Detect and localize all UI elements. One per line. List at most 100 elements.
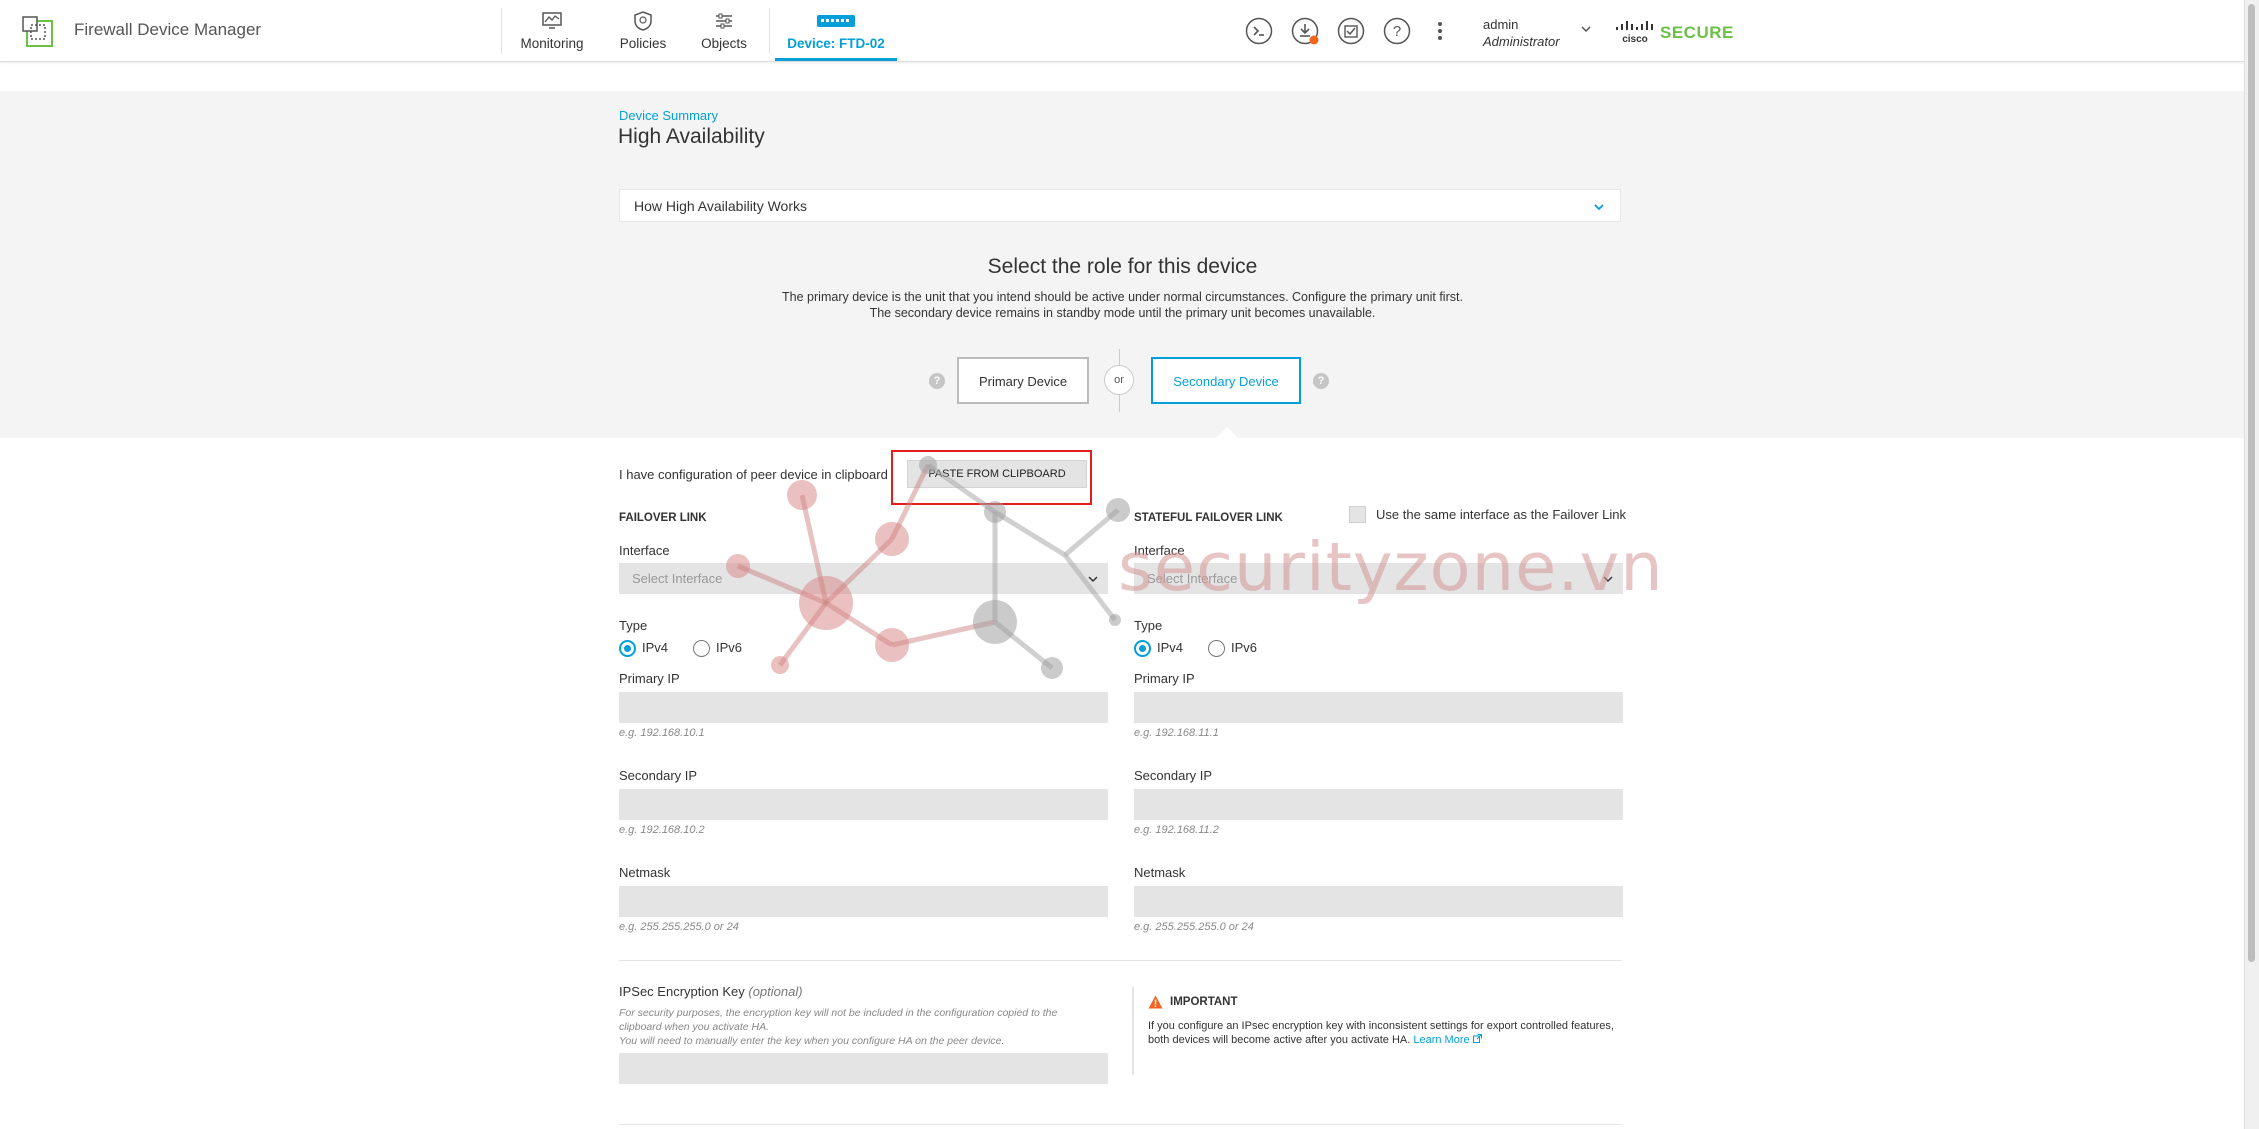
scrollbar-thumb[interactable] bbox=[2248, 4, 2255, 962]
nav-policies-label: Policies bbox=[619, 36, 667, 51]
ipsec-desc-line2: clipboard when you activate HA. bbox=[619, 1021, 769, 1033]
stateful-failover-heading: STATEFUL FAILOVER LINK bbox=[1134, 512, 1283, 524]
ipsec-desc-line3: You will need to manually enter the key … bbox=[619, 1035, 1005, 1047]
learn-more-label: Learn More bbox=[1413, 1034, 1470, 1046]
page-scrollbar[interactable] bbox=[2244, 0, 2259, 1129]
tasks-icon[interactable] bbox=[1337, 17, 1365, 45]
failover-secondary-ip-input[interactable] bbox=[619, 789, 1108, 820]
stateful-primary-ip-label: Primary IP bbox=[1134, 671, 1195, 686]
breadcrumb-device-summary[interactable]: Device Summary bbox=[619, 108, 718, 123]
cisco-secure-logo: cisco SECURE bbox=[1615, 19, 1733, 50]
nav-divider bbox=[769, 8, 770, 54]
more-options-icon[interactable] bbox=[1430, 17, 1450, 45]
same-interface-checkbox[interactable] bbox=[1349, 506, 1366, 523]
selection-pointer bbox=[1216, 427, 1238, 438]
nav-monitoring[interactable]: Monitoring bbox=[518, 10, 586, 60]
failover-type-label: Type bbox=[619, 618, 648, 633]
role-desc-line2: The secondary device remains in standby … bbox=[869, 306, 1376, 320]
stateful-primary-ip-input[interactable] bbox=[1134, 692, 1623, 723]
learn-more-link[interactable]: Learn More bbox=[1413, 1034, 1482, 1046]
or-separator: or bbox=[1104, 365, 1134, 395]
failover-ipv6-label: IPv6 bbox=[716, 640, 743, 655]
chevron-down-icon bbox=[1594, 204, 1604, 211]
stateful-netmask-hint: e.g. 255.255.255.0 or 24 bbox=[1134, 921, 1254, 933]
ipsec-key-label-text: IPSec Encryption Key bbox=[619, 984, 745, 999]
page-title: High Availability bbox=[618, 125, 765, 148]
important-body: If you configure an IPsec encryption key… bbox=[1148, 1020, 1614, 1046]
how-ha-works-accordion[interactable]: How High Availability Works bbox=[619, 189, 1621, 222]
secondary-device-button[interactable]: Secondary Device bbox=[1151, 357, 1301, 404]
device-icon bbox=[817, 15, 855, 27]
stateful-ipv6-label: IPv6 bbox=[1231, 640, 1258, 655]
failover-ipv4-radio[interactable] bbox=[619, 640, 636, 657]
role-desc-line1: The primary device is the unit that you … bbox=[782, 290, 1463, 304]
stateful-ipv4-label: IPv4 bbox=[1157, 640, 1184, 655]
stateful-type-label: Type bbox=[1134, 618, 1163, 633]
failover-netmask-label: Netmask bbox=[619, 865, 671, 880]
failover-interface-select[interactable]: Select Interface bbox=[619, 563, 1108, 594]
stateful-secondary-ip-input[interactable] bbox=[1134, 789, 1623, 820]
external-link-icon bbox=[1472, 1034, 1482, 1043]
important-text: If you configure an IPsec encryption key… bbox=[1148, 1019, 1618, 1047]
ipsec-desc-line1: For security purposes, the encryption ke… bbox=[619, 1007, 1058, 1019]
stateful-netmask-input[interactable] bbox=[1134, 886, 1623, 917]
user-role: Administrator bbox=[1483, 34, 1560, 49]
failover-ipv6-radio[interactable] bbox=[693, 640, 710, 657]
nav-device[interactable]: Device: FTD-02 bbox=[775, 10, 897, 61]
objects-icon bbox=[716, 13, 732, 29]
chevron-down-icon[interactable] bbox=[1580, 23, 1592, 35]
primary-help-icon[interactable]: ? bbox=[929, 373, 945, 389]
failover-primary-ip-label: Primary IP bbox=[619, 671, 680, 686]
warning-icon bbox=[1148, 995, 1163, 1009]
chevron-down-icon bbox=[1088, 576, 1098, 583]
failover-interface-label: Interface bbox=[619, 543, 670, 558]
nav-objects[interactable]: Objects bbox=[700, 10, 748, 60]
failover-secondary-ip-label: Secondary IP bbox=[619, 768, 698, 783]
role-description: The primary device is the unit that you … bbox=[0, 289, 2245, 321]
bottom-divider bbox=[619, 1124, 1622, 1125]
user-name: admin bbox=[1483, 17, 1519, 32]
app-title: Firewall Device Manager bbox=[74, 20, 262, 39]
stateful-ipv6-radio[interactable] bbox=[1208, 640, 1225, 657]
clipboard-prompt: I have configuration of peer device in c… bbox=[619, 467, 888, 482]
role-title: Select the role for this device bbox=[987, 255, 1258, 278]
cli-console-icon[interactable] bbox=[1245, 17, 1273, 45]
watermark-text: securityzone.vn bbox=[1118, 528, 1664, 606]
fdm-logo-icon bbox=[22, 16, 53, 47]
stateful-secondary-ip-hint: e.g. 192.168.11.2 bbox=[1134, 824, 1219, 836]
failover-primary-ip-hint: e.g. 192.168.10.1 bbox=[619, 727, 705, 739]
nav-policies[interactable]: Policies bbox=[617, 10, 669, 60]
highlight-box bbox=[891, 450, 1092, 505]
same-interface-label: Use the same interface as the Failover L… bbox=[1376, 507, 1627, 522]
deploy-icon[interactable] bbox=[1291, 17, 1319, 45]
failover-ipv4-label: IPv4 bbox=[642, 640, 669, 655]
failover-primary-ip-input[interactable] bbox=[619, 692, 1108, 723]
stateful-secondary-ip-label: Secondary IP bbox=[1134, 768, 1213, 783]
user-menu[interactable]: admin Administrator bbox=[1483, 16, 1560, 50]
accordion-label: How High Availability Works bbox=[634, 198, 807, 214]
ipsec-description: For security purposes, the encryption ke… bbox=[619, 1006, 1119, 1048]
section-divider bbox=[619, 960, 1622, 961]
stateful-primary-ip-hint: e.g. 192.168.11.1 bbox=[1134, 727, 1219, 739]
failover-netmask-hint: e.g. 255.255.255.0 or 24 bbox=[619, 921, 739, 933]
cisco-wordmark: cisco bbox=[1622, 34, 1648, 45]
nav-divider bbox=[501, 8, 502, 54]
failover-interface-placeholder: Select Interface bbox=[632, 571, 723, 586]
secondary-help-icon[interactable]: ? bbox=[1313, 373, 1329, 389]
nav-device-label: Device: FTD-02 bbox=[787, 36, 885, 51]
policies-icon bbox=[634, 11, 652, 31]
stateful-netmask-label: Netmask bbox=[1134, 865, 1186, 880]
nav-objects-label: Objects bbox=[701, 36, 747, 51]
nav-monitoring-label: Monitoring bbox=[520, 36, 584, 51]
failover-netmask-input[interactable] bbox=[619, 886, 1108, 917]
monitoring-icon bbox=[542, 12, 562, 29]
stateful-ipv4-radio[interactable] bbox=[1134, 640, 1151, 657]
svg-text:?: ? bbox=[1393, 23, 1401, 40]
primary-device-button[interactable]: Primary Device bbox=[957, 357, 1089, 404]
help-icon[interactable]: ? bbox=[1383, 17, 1411, 45]
important-note-bar bbox=[1132, 987, 1134, 1075]
top-navbar: Firewall Device Manager Monitoring Polic… bbox=[0, 0, 2245, 62]
ipsec-key-input[interactable] bbox=[619, 1053, 1108, 1084]
ipsec-key-label: IPSec Encryption Key (optional) bbox=[619, 984, 803, 999]
cisco-logo-icon: cisco bbox=[1616, 21, 1653, 45]
